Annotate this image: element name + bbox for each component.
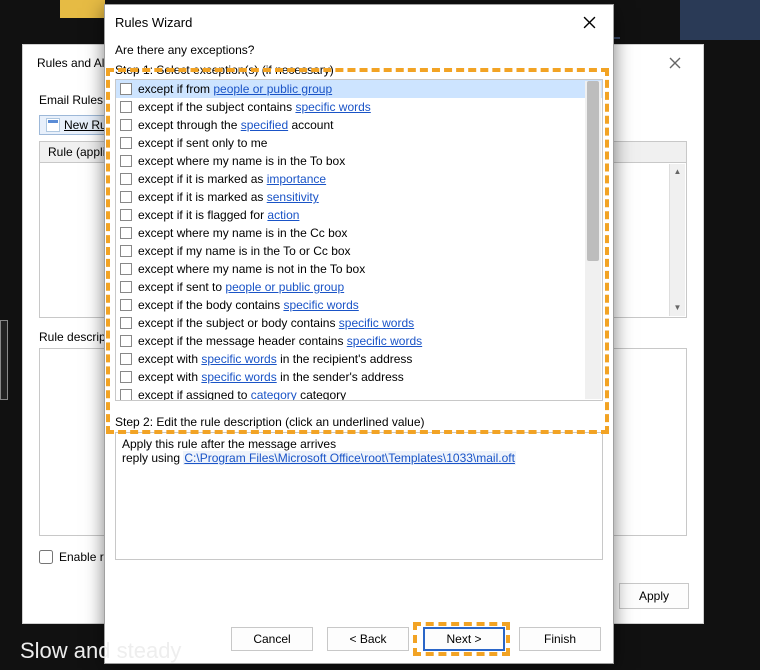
finish-button[interactable]: Finish [519, 627, 601, 651]
exception-checkbox[interactable] [120, 299, 132, 311]
scroll-up-icon[interactable]: ▲ [670, 164, 685, 180]
desc-line-1: Apply this rule after the message arrive… [122, 437, 596, 451]
exception-checkbox[interactable] [120, 209, 132, 221]
close-icon[interactable] [661, 49, 689, 77]
exception-row[interactable]: except if it is marked as importance [116, 170, 602, 188]
exception-text: except if it is flagged for action [138, 208, 299, 222]
template-path-link[interactable]: C:\Program Files\Microsoft Office\root\T… [183, 451, 516, 465]
exception-checkbox[interactable] [120, 353, 132, 365]
exception-link[interactable]: people or public group [225, 280, 344, 294]
exception-checkbox[interactable] [120, 245, 132, 257]
exception-row[interactable]: except where my name is in the Cc box [116, 224, 602, 242]
exception-checkbox[interactable] [120, 83, 132, 95]
wizard-question: Are there any exceptions? [115, 43, 603, 57]
apply-button[interactable]: Apply [619, 583, 689, 609]
exception-checkbox[interactable] [120, 119, 132, 131]
folder-icon-fragment [60, 0, 105, 18]
wizard-title: Rules Wizard [115, 15, 192, 30]
exception-checkbox[interactable] [120, 191, 132, 203]
exception-row[interactable]: except if sent to people or public group [116, 278, 602, 296]
exceptions-list[interactable]: except if from people or public group exc… [115, 79, 603, 401]
exception-checkbox[interactable] [120, 173, 132, 185]
exception-text: except if sent only to me [138, 136, 267, 150]
exception-checkbox[interactable] [120, 263, 132, 275]
exception-link[interactable]: sensitivity [267, 190, 319, 204]
background-panel-edge [0, 320, 8, 400]
exception-checkbox[interactable] [120, 137, 132, 149]
exception-link[interactable]: category [251, 388, 297, 401]
exception-text: except if the subject or body contains s… [138, 316, 414, 330]
exception-link[interactable]: specified [241, 118, 288, 132]
exception-text: except if from people or public group [138, 82, 332, 96]
exception-text: except if it is marked as sensitivity [138, 190, 319, 204]
exception-text: except if the body contains specific wor… [138, 298, 359, 312]
rules-wizard-window: Rules Wizard Are there any exceptions? S… [104, 4, 614, 664]
exception-row[interactable]: except if assigned to category category [116, 386, 602, 401]
exception-checkbox[interactable] [120, 389, 132, 401]
desc-line-2: reply using C:\Program Files\Microsoft O… [122, 451, 596, 465]
exception-link[interactable]: action [267, 208, 299, 222]
exception-text: except if the subject contains specific … [138, 100, 371, 114]
exception-text: except if it is marked as importance [138, 172, 326, 186]
exception-text: except if the message header contains sp… [138, 334, 422, 348]
exception-text: except if my name is in the To or Cc box [138, 244, 351, 258]
exception-checkbox[interactable] [120, 155, 132, 167]
exception-link[interactable]: specific words [283, 298, 358, 312]
exception-row[interactable]: except with specific words in the recipi… [116, 350, 602, 368]
exception-row[interactable]: except if the body contains specific wor… [116, 296, 602, 314]
exception-link[interactable]: specific words [295, 100, 370, 114]
exception-link[interactable]: specific words [347, 334, 422, 348]
scroll-down-icon[interactable]: ▼ [670, 300, 685, 316]
step1-label: Step 1: Select exception(s) (if necessar… [115, 63, 603, 77]
exception-text: except where my name is in the To box [138, 154, 345, 168]
exception-checkbox[interactable] [120, 371, 132, 383]
exception-text: except with specific words in the recipi… [138, 352, 412, 366]
exception-row[interactable]: except where my name is in the To box [116, 152, 602, 170]
exception-row[interactable]: except if it is flagged for action [116, 206, 602, 224]
exception-row[interactable]: except through the specified account [116, 116, 602, 134]
next-button[interactable]: Next > [423, 627, 505, 651]
exception-text: except if assigned to category category [138, 388, 346, 401]
exception-text: except with specific words in the sender… [138, 370, 404, 384]
exception-row[interactable]: except if the subject or body contains s… [116, 314, 602, 332]
exception-row[interactable]: except if my name is in the To or Cc box [116, 242, 602, 260]
exception-link[interactable]: specific words [201, 370, 276, 384]
rule-description-editor[interactable]: Apply this rule after the message arrive… [115, 432, 603, 560]
exception-row[interactable]: except if it is marked as sensitivity [116, 188, 602, 206]
exception-link[interactable]: importance [267, 172, 326, 186]
exception-text: except if sent to people or public group [138, 280, 344, 294]
exception-row[interactable]: except if the subject contains specific … [116, 98, 602, 116]
exception-row[interactable]: except where my name is not in the To bo… [116, 260, 602, 278]
back-button[interactable]: < Back [327, 627, 409, 651]
exception-checkbox[interactable] [120, 335, 132, 347]
exception-checkbox[interactable] [120, 281, 132, 293]
exception-link[interactable]: specific words [201, 352, 276, 366]
exception-row[interactable]: except if sent only to me [116, 134, 602, 152]
exception-text: except where my name is in the Cc box [138, 226, 347, 240]
desc-line-2-pre: reply using [122, 451, 183, 465]
exception-link[interactable]: people or public group [213, 82, 332, 96]
scrollbar-thumb[interactable] [587, 81, 599, 261]
scrollbar[interactable]: ▲ ▼ [669, 164, 685, 316]
exception-checkbox[interactable] [120, 317, 132, 329]
exception-text: except through the specified account [138, 118, 334, 132]
exception-checkbox[interactable] [120, 227, 132, 239]
exception-row[interactable]: except if the message header contains sp… [116, 332, 602, 350]
new-rule-icon [46, 118, 60, 132]
enable-rss-checkbox[interactable] [39, 550, 53, 564]
cancel-button[interactable]: Cancel [231, 627, 313, 651]
exception-checkbox[interactable] [120, 101, 132, 113]
exception-text: except where my name is not in the To bo… [138, 262, 365, 276]
step2-label: Step 2: Edit the rule description (click… [115, 415, 603, 429]
exception-row[interactable]: except with specific words in the sender… [116, 368, 602, 386]
exception-link[interactable]: specific words [339, 316, 414, 330]
background-caption: Slow and steady [20, 638, 181, 664]
scrollbar[interactable] [585, 81, 601, 399]
exception-row[interactable]: except if from people or public group [116, 80, 602, 98]
close-icon[interactable] [575, 8, 603, 36]
